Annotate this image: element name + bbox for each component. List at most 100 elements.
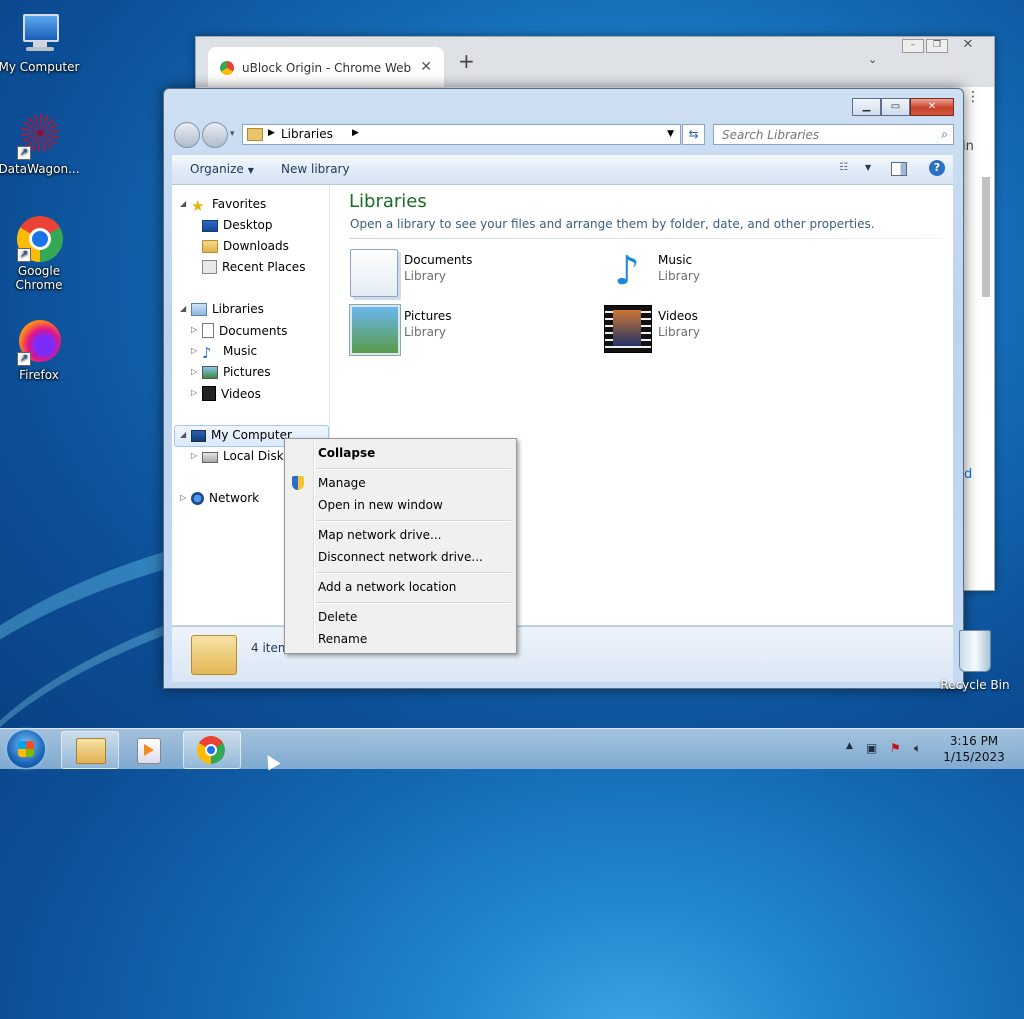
desktop-icon-google-chrome[interactable]: ↗ Google Chrome	[0, 214, 81, 292]
menu-item-map-network-drive[interactable]: Map network drive...	[318, 528, 442, 542]
recent-pages-dropdown-icon[interactable]: ▾	[230, 129, 235, 139]
breadcrumb-arrow-icon[interactable]: ▶	[268, 128, 275, 138]
collapsed-arrow-icon[interactable]: ▷	[191, 451, 197, 460]
view-options-dropdown-icon[interactable]: ▼	[865, 163, 871, 172]
tab-search-icon[interactable]: ⌄	[868, 53, 877, 66]
chrome-menu-icon[interactable]: ⋮	[966, 89, 980, 105]
organize-button[interactable]: Organize ▼	[190, 162, 254, 176]
desktop-icon-firefox[interactable]: ↗ Firefox	[0, 318, 81, 382]
chrome-tab-title: uBlock Origin - Chrome Web Sto	[242, 61, 412, 75]
menu-separator	[315, 602, 511, 604]
menu-item-rename[interactable]: Rename	[318, 632, 367, 646]
chrome-close-button[interactable]: ✕	[958, 38, 978, 51]
expand-arrow-icon[interactable]: ◢	[180, 199, 186, 208]
taskbar-chrome-button[interactable]	[183, 731, 241, 769]
context-menu: Collapse Manage Open in new window Map n…	[284, 438, 517, 654]
change-view-icon[interactable]: ☷	[839, 162, 855, 175]
tree-item-documents[interactable]: ▷ Documents	[191, 323, 287, 338]
collapsed-arrow-icon[interactable]: ▷	[191, 346, 197, 355]
start-button[interactable]	[7, 730, 45, 768]
desktop-icon-recycle-bin[interactable]: Recycle Bin	[940, 630, 1010, 692]
collapsed-arrow-icon[interactable]: ▷	[180, 493, 186, 502]
tab-close-icon[interactable]: ✕	[420, 59, 432, 75]
chrome-minimize-button[interactable]: –	[902, 39, 924, 53]
taskbar-explorer-button[interactable]	[61, 731, 119, 769]
search-input[interactable]	[720, 127, 929, 143]
library-documents[interactable]: Documents Library	[350, 247, 570, 297]
menu-item-delete[interactable]: Delete	[318, 610, 357, 624]
show-hidden-icons-icon[interactable]: ▲	[846, 741, 853, 751]
menu-item-open-new-window[interactable]: Open in new window	[318, 498, 443, 512]
tree-item-favorites[interactable]: ◢ ★ Favorites	[180, 197, 266, 214]
pictures-library-icon	[350, 305, 400, 355]
network-tray-icon[interactable]: ▣	[866, 741, 877, 755]
chrome-edge-link[interactable]: d	[964, 467, 972, 482]
chrome-tab[interactable]: uBlock Origin - Chrome Web Sto ✕	[208, 47, 444, 87]
chrome-icon: ↗	[15, 214, 63, 262]
address-dropdown-icon[interactable]: ▼	[667, 129, 674, 139]
tree-item-my-computer[interactable]: ◢ My Computer	[180, 428, 292, 442]
tree-item-libraries[interactable]: ◢ Libraries	[180, 302, 264, 316]
desktop-icon-my-computer[interactable]: My Computer	[0, 10, 81, 74]
tree-item-local-disk[interactable]: ▷ Local Disk (	[191, 449, 292, 463]
library-pictures[interactable]: Pictures Library	[350, 303, 570, 355]
tree-item-recent-places[interactable]: Recent Places	[202, 260, 305, 274]
chrome-tabstrip: uBlock Origin - Chrome Web Sto ✕ + ⌄ – ❐…	[196, 37, 994, 87]
window-controls: ▁ ▭ ✕	[852, 98, 954, 116]
help-icon[interactable]: ?	[929, 160, 945, 176]
hard-disk-icon	[202, 452, 218, 463]
chrome-restore-button[interactable]: ❐	[926, 39, 948, 53]
datawagon-icon: ↗	[15, 112, 63, 160]
preview-pane-icon[interactable]	[891, 162, 907, 176]
tree-item-music[interactable]: ▷ ♪ Music	[191, 344, 257, 361]
expand-arrow-icon[interactable]: ◢	[180, 430, 186, 439]
desktop-icon-datawagon[interactable]: ↗ DataWagon...	[0, 112, 81, 176]
library-name: Videos	[658, 309, 698, 323]
collapsed-arrow-icon[interactable]: ▷	[191, 325, 197, 334]
library-videos[interactable]: Videos Library	[604, 303, 824, 353]
library-type: Library	[404, 269, 446, 283]
new-tab-icon[interactable]: +	[458, 49, 475, 73]
forward-button[interactable]	[202, 122, 228, 148]
minimize-button[interactable]: ▁	[852, 98, 881, 116]
expand-arrow-icon[interactable]: ◢	[180, 304, 186, 313]
breadcrumb-libraries[interactable]: Libraries	[281, 127, 333, 141]
tree-item-pictures[interactable]: ▷ Pictures	[191, 365, 271, 379]
breadcrumb-arrow-icon[interactable]: ▶	[352, 128, 359, 138]
refresh-button[interactable]: ⇆	[682, 124, 705, 145]
desktop-icon	[202, 220, 218, 232]
menu-item-collapse[interactable]: Collapse	[318, 446, 375, 460]
search-box[interactable]: ⌕	[713, 124, 954, 145]
menu-item-disconnect-network-drive[interactable]: Disconnect network drive...	[318, 550, 483, 564]
address-bar[interactable]: ▶ Libraries ▶ ▼	[242, 124, 681, 145]
menu-item-manage[interactable]: Manage	[318, 476, 366, 490]
computer-icon	[191, 430, 206, 442]
tree-item-videos[interactable]: ▷ Videos	[191, 386, 261, 401]
desktop-icon-label: My Computer	[0, 60, 80, 74]
volume-icon[interactable]: 🔈︎	[914, 741, 921, 756]
windows-logo-icon	[18, 741, 34, 757]
computer-icon	[15, 10, 63, 58]
menu-item-add-network-location[interactable]: Add a network location	[318, 580, 456, 594]
libraries-folder-icon	[191, 635, 237, 675]
close-button[interactable]: ✕	[910, 98, 954, 116]
search-icon[interactable]: ⌕	[941, 127, 948, 142]
tree-item-desktop[interactable]: Desktop	[202, 218, 273, 232]
maximize-button[interactable]: ▭	[881, 98, 910, 116]
library-music[interactable]: ♪ Music Library	[604, 247, 824, 297]
clock[interactable]: 3:16 PM 1/15/2023	[930, 733, 1018, 765]
collapsed-arrow-icon[interactable]: ▷	[191, 388, 197, 397]
taskbar: ▲ ▣ ⚑ 🔈︎ 3:16 PM 1/15/2023	[0, 728, 1024, 769]
taskbar-media-player-button[interactable]	[122, 731, 180, 769]
library-name: Documents	[404, 253, 473, 267]
shortcut-arrow-icon: ↗	[17, 352, 31, 366]
collapsed-arrow-icon[interactable]: ▷	[191, 367, 197, 376]
tree-item-network[interactable]: ▷ Network	[180, 491, 259, 505]
tree-item-downloads[interactable]: Downloads	[202, 239, 289, 253]
back-button[interactable]	[174, 122, 200, 148]
new-library-button[interactable]: New library	[281, 162, 350, 176]
library-name: Music	[658, 253, 693, 267]
recycle-bin-icon	[959, 630, 991, 672]
action-center-icon[interactable]: ⚑	[890, 741, 901, 755]
chrome-scrollbar[interactable]	[982, 177, 990, 297]
